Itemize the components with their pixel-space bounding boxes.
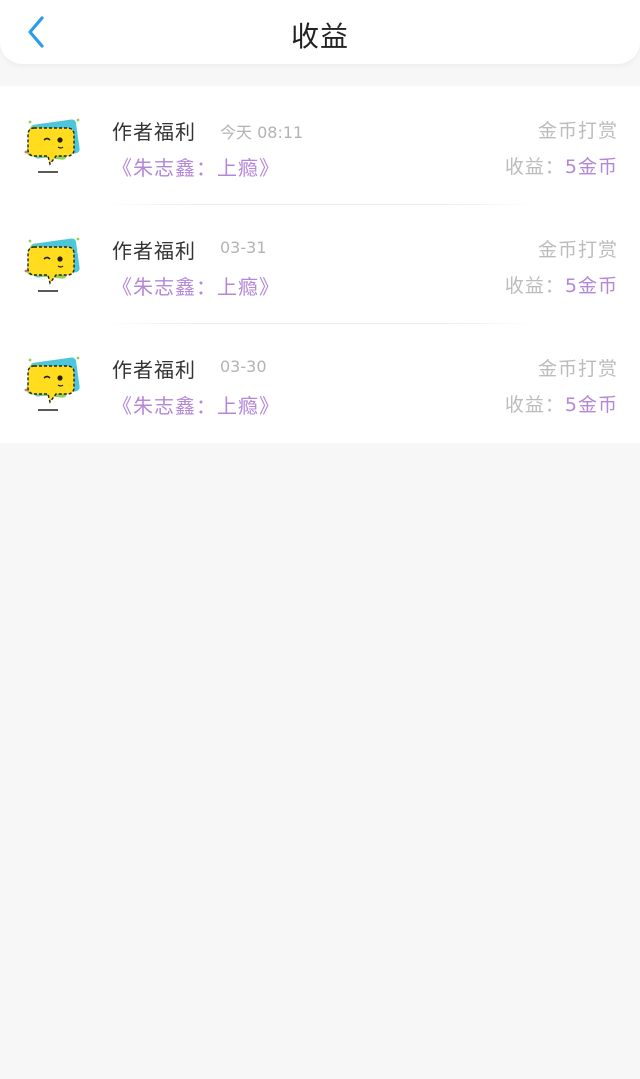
item-time: 今天 08:11 xyxy=(220,123,304,142)
earning-text: 收益：5金币 xyxy=(505,152,618,179)
yellow-chat-bubble-icon xyxy=(24,237,80,292)
reward-type: 金币打赏 xyxy=(537,120,618,142)
list-item[interactable]: 作者福利 今天 08:11 《朱志鑫：上瘾》 金币打赏 收益：5金币 xyxy=(0,86,640,205)
list-item[interactable]: 作者福利 03-31 《朱志鑫：上瘾》 金币打赏 收益：5金币 xyxy=(0,205,640,324)
item-title: 作者福利 xyxy=(112,120,196,144)
item-time: 03-30 xyxy=(220,357,267,376)
yellow-chat-bubble-icon xyxy=(24,118,80,173)
earning-text: 收益：5金币 xyxy=(505,390,618,417)
earning-label: 收益： xyxy=(504,275,565,297)
item-title: 作者福利 xyxy=(112,358,196,382)
page-title: 收益 xyxy=(290,20,349,53)
book-title-link[interactable]: 《朱志鑫：上瘾》 xyxy=(112,152,280,181)
yellow-chat-bubble-icon xyxy=(24,356,80,411)
earning-label: 收益： xyxy=(504,394,565,416)
book-title-link[interactable]: 《朱志鑫：上瘾》 xyxy=(112,271,280,300)
item-title: 作者福利 xyxy=(112,239,196,263)
earning-text: 收益：5金币 xyxy=(505,271,618,298)
reward-type: 金币打赏 xyxy=(537,358,618,380)
book-title-link[interactable]: 《朱志鑫：上瘾》 xyxy=(112,390,280,419)
reward-type: 金币打赏 xyxy=(537,239,618,261)
earnings-list: 作者福利 今天 08:11 《朱志鑫：上瘾》 金币打赏 收益：5金币 作者福利 … xyxy=(0,86,640,443)
earning-amount: 5金币 xyxy=(564,275,618,297)
earning-amount: 5金币 xyxy=(564,156,618,178)
earning-amount: 5金币 xyxy=(564,394,618,416)
earning-label: 收益： xyxy=(504,156,565,178)
top-bar: 收益 xyxy=(0,0,640,64)
item-time: 03-31 xyxy=(220,238,267,257)
list-item[interactable]: 作者福利 03-30 《朱志鑫：上瘾》 金币打赏 收益：5金币 xyxy=(0,324,640,443)
